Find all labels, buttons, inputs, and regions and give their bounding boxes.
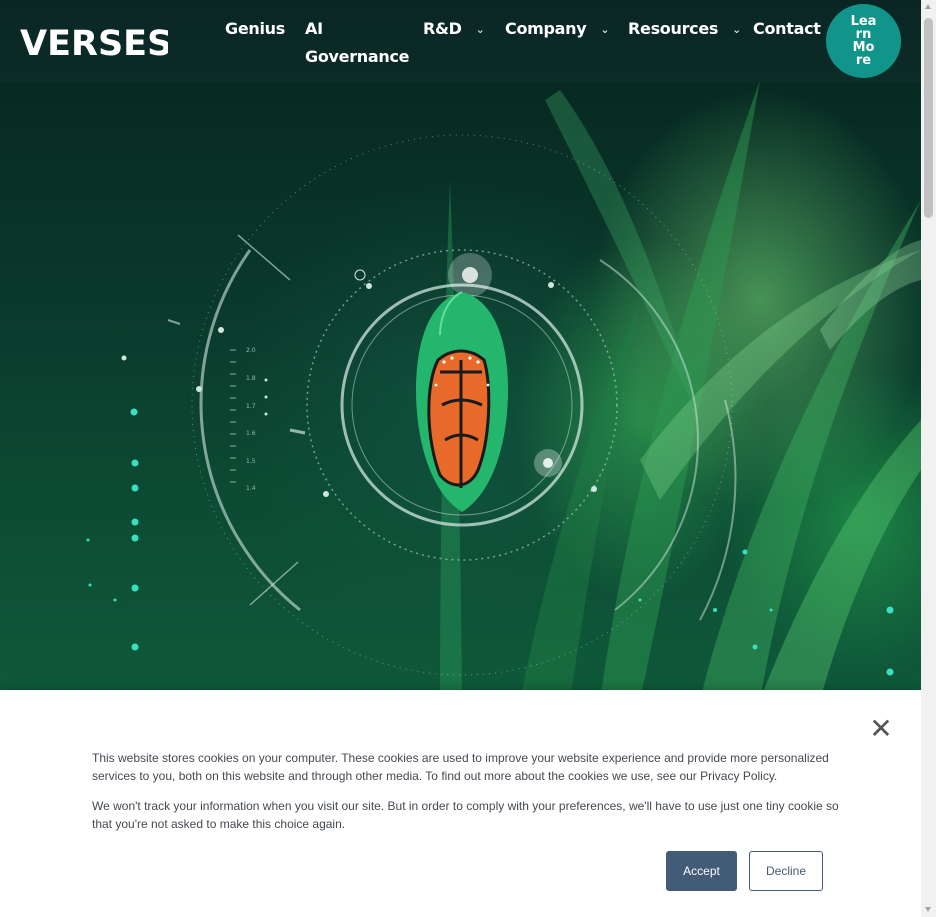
close-icon[interactable]: ✕ (868, 715, 894, 743)
cookie-text-primary: This website stores cookies on your comp… (92, 751, 829, 783)
hero-banner: 2.0 1.8 1.7 1.6 1.5 1.4 (0, 0, 921, 700)
scroll-up-arrow-icon[interactable] (925, 4, 931, 9)
hud-tick-label: 1.7 (246, 403, 256, 410)
hero-image: 2.0 1.8 1.7 1.6 1.5 1.4 (86, 80, 921, 700)
page-scrollbar[interactable] (921, 0, 936, 917)
nav-item-company[interactable]: Company ⌄ (505, 15, 610, 44)
nav-item-label: Company (505, 19, 587, 38)
decline-button[interactable]: Decline (749, 851, 823, 891)
cookie-banner: ✕ This website stores cookies on your co… (0, 690, 921, 917)
chevron-down-icon: ⌄ (475, 23, 485, 36)
chevron-down-icon: ⌄ (732, 23, 742, 36)
chevron-down-icon: ⌄ (600, 23, 610, 36)
hud-tick-label: 2.0 (246, 347, 256, 354)
cookie-text-secondary: We won't track your information when you… (92, 799, 839, 831)
hud-tick-label: 1.6 (246, 430, 256, 437)
scroll-down-arrow-icon[interactable] (925, 907, 931, 912)
page: 2.0 1.8 1.7 1.6 1.5 1.4 VERSES Genius AI… (0, 0, 921, 917)
hud-tick-label: 1.5 (246, 458, 256, 465)
nav-item-label: Contact (753, 19, 821, 38)
nav-item-label: Genius (225, 19, 285, 38)
nav-item-ai-governance[interactable]: AI Governance (305, 15, 410, 71)
nav-item-label: AI Governance (305, 19, 410, 66)
hud-tick-label: 1.8 (246, 375, 256, 382)
nav-item-rd[interactable]: R&D ⌄ (423, 15, 485, 44)
hud-scale (230, 349, 236, 483)
nav-item-contact[interactable]: Contact (753, 15, 821, 43)
learn-more-label: Learn More (850, 14, 877, 68)
scrollbar-thumb[interactable] (924, 18, 933, 218)
verses-logo[interactable]: VERSES (20, 22, 168, 62)
grass-blades (440, 80, 921, 700)
nav-item-genius[interactable]: Genius (225, 15, 285, 43)
site-header: VERSES Genius AI Governance R&D ⌄ Company… (0, 0, 921, 82)
logo-text: VERSES (20, 24, 168, 62)
hud-scale-labels: 2.0 1.8 1.7 1.6 1.5 1.4 (246, 347, 256, 492)
learn-more-button[interactable]: Learn More (826, 4, 901, 78)
chrysalis (416, 291, 508, 512)
nav-item-label: R&D (423, 19, 462, 38)
hud-tick-label: 1.4 (246, 485, 256, 492)
accept-button[interactable]: Accept (666, 851, 737, 891)
nav-item-label: Resources (628, 19, 719, 38)
nav-item-resources[interactable]: Resources ⌄ (628, 15, 741, 44)
